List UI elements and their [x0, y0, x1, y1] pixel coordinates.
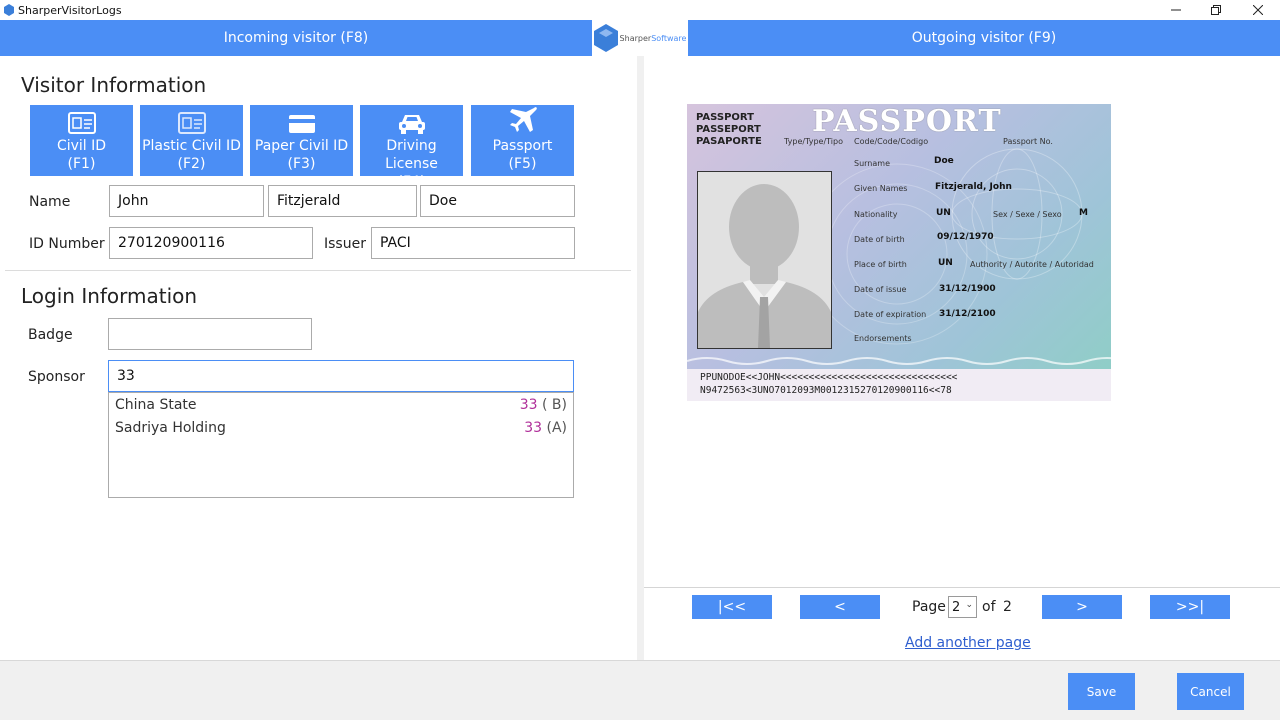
given-names-label: Given Names: [854, 184, 908, 193]
nationality-label: Nationality: [854, 210, 898, 219]
airplane-icon: [509, 107, 537, 132]
logo-icon: [593, 24, 618, 52]
badge-label: Badge: [28, 327, 73, 343]
person-silhouette-icon: [698, 184, 831, 348]
close-button[interactable]: [1238, 0, 1278, 20]
next-page-button[interactable]: >: [1042, 595, 1122, 619]
passport-photo: [697, 171, 832, 349]
sex-value: M: [1079, 208, 1088, 218]
name-label: Name: [29, 194, 71, 210]
dob-value: 09/12/1970: [937, 232, 994, 242]
dob-label: Date of birth: [854, 235, 905, 244]
outgoing-visitor-panel: PASSPORT PASSEPORT PASAPORTE PASSPORT Ty…: [644, 56, 1280, 660]
middle-name-input[interactable]: Fitzjerald: [268, 185, 417, 217]
panel-splitter[interactable]: [637, 56, 644, 660]
tab-bar: Incoming visitor (F8) SharperSoftware Ou…: [0, 20, 1280, 56]
total-pages: 2: [1003, 599, 1012, 615]
suggestion-name: China State: [115, 397, 197, 413]
app-icon: [4, 4, 14, 16]
of-label: of: [982, 599, 996, 615]
doe-label: Date of expiration: [854, 310, 927, 319]
minimize-icon: [1171, 9, 1181, 11]
badge-input[interactable]: [108, 318, 312, 350]
first-page-button[interactable]: |<<: [692, 595, 772, 619]
suggestion-code: 33 ( B): [519, 397, 567, 413]
id-card-icon: [177, 112, 206, 134]
tab-outgoing-visitor[interactable]: Outgoing visitor (F9): [688, 20, 1280, 56]
list-item[interactable]: Sadriya Holding 33 (A): [109, 417, 573, 439]
restore-button[interactable]: [1196, 0, 1236, 20]
add-another-page-link[interactable]: Add another page: [905, 635, 1031, 651]
section-divider: [5, 270, 631, 271]
surname-value: Doe: [934, 156, 954, 166]
authority-label: Authority / Autorite / Autoridad: [970, 260, 1094, 269]
passport-header: PASSPORT PASSEPORT PASAPORTE: [696, 112, 762, 147]
nationality-value: UN: [936, 208, 951, 218]
passport-scan-image: PASSPORT PASSEPORT PASAPORTE PASSPORT Ty…: [687, 104, 1111, 401]
pager-divider: [644, 587, 1280, 588]
doi-value: 31/12/1900: [939, 284, 996, 294]
chevron-down-icon: ⌄: [965, 600, 973, 610]
first-name-input[interactable]: John: [109, 185, 264, 217]
title-bar: SharperVisitorLogs: [0, 0, 1280, 20]
pob-value: UN: [938, 258, 953, 268]
window-title: SharperVisitorLogs: [18, 3, 122, 17]
passport-code-label: Code/Code/Codigo: [854, 137, 929, 146]
card-icon: [288, 115, 315, 133]
id-number-input[interactable]: 270120900116: [109, 227, 313, 259]
visitor-information-title: Visitor Information: [21, 73, 207, 97]
driving-license-button[interactable]: Driving License (F4): [360, 105, 463, 190]
given-names-value: Fitzjerald, John: [935, 182, 1012, 192]
login-information-title: Login Information: [21, 284, 198, 308]
doi-label: Date of issue: [854, 285, 907, 294]
restore-icon: [1211, 5, 1221, 15]
cancel-button[interactable]: Cancel: [1177, 673, 1244, 710]
save-button[interactable]: Save: [1068, 673, 1135, 710]
sponsor-input[interactable]: 33: [108, 360, 574, 392]
doe-value: 31/12/2100: [939, 309, 996, 319]
action-bar: Save Cancel: [0, 660, 1280, 720]
tab-incoming-visitor[interactable]: Incoming visitor (F8): [0, 20, 592, 56]
previous-page-button[interactable]: <: [800, 595, 880, 619]
suggestion-code: 33 (A): [524, 420, 567, 436]
minimize-button[interactable]: [1156, 0, 1196, 20]
passport-number-label: Passport No.: [1003, 137, 1053, 146]
passport-title: PASSPORT: [812, 104, 1002, 139]
mrz-line-2: N9472563<3UNO7012093M0012315270120900116…: [700, 385, 952, 396]
issuer-label: Issuer: [324, 236, 366, 252]
sponsor-suggestions-list: China State 33 ( B) Sadriya Holding 33 (…: [108, 392, 574, 498]
close-icon: [1253, 5, 1263, 15]
passport-mrz: PPUNODOE<<JOHN<<<<<<<<<<<<<<<<<<<<<<<<<<…: [687, 369, 1111, 401]
paper-civil-id-button[interactable]: Paper Civil ID (F3): [250, 105, 353, 176]
id-number-label: ID Number: [29, 236, 105, 252]
car-icon: [398, 115, 425, 134]
page-select[interactable]: 2 ⌄: [948, 596, 977, 618]
mrz-line-1: PPUNODOE<<JOHN<<<<<<<<<<<<<<<<<<<<<<<<<<…: [700, 372, 958, 383]
passport-button[interactable]: Passport (F5): [471, 105, 574, 176]
passport-type-label: Type/Type/Tipo: [784, 137, 843, 146]
plastic-civil-id-button[interactable]: Plastic Civil ID (F2): [140, 105, 243, 176]
last-name-input[interactable]: Doe: [420, 185, 575, 217]
sponsor-label: Sponsor: [28, 369, 85, 385]
list-item[interactable]: China State 33 ( B): [109, 394, 573, 416]
sex-label: Sex / Sexe / Sexo: [993, 210, 1062, 219]
civil-id-button[interactable]: Civil ID (F1): [30, 105, 133, 176]
pob-label: Place of birth: [854, 260, 907, 269]
surname-label: Surname: [854, 159, 890, 168]
last-page-button[interactable]: >>|: [1150, 595, 1230, 619]
id-card-icon: [67, 112, 96, 134]
sharper-software-logo: SharperSoftware: [592, 20, 688, 56]
page-label: Page: [912, 599, 946, 615]
suggestion-name: Sadriya Holding: [115, 420, 226, 436]
issuer-input[interactable]: PACI: [371, 227, 575, 259]
logo-text: SharperSoftware: [619, 33, 687, 43]
endorsements-label: Endorsements: [854, 334, 912, 343]
incoming-visitor-panel: Visitor Information Civil ID (F1) Plasti…: [0, 56, 637, 660]
